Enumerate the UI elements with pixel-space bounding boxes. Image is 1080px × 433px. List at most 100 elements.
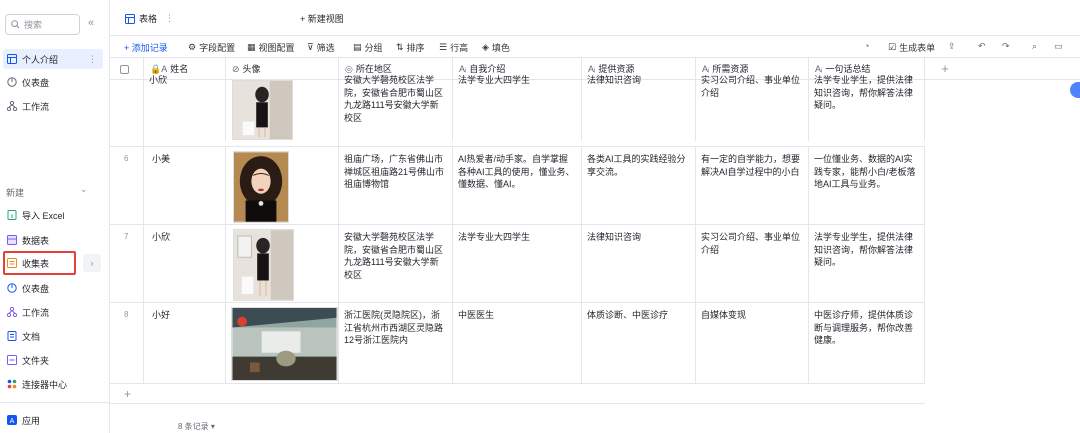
sidebar-item-connector[interactable]: 连接器中心 bbox=[3, 374, 103, 394]
sidebar-item-label: 连接器中心 bbox=[22, 379, 68, 390]
area-cell[interactable]: 安徽大学磬苑校区法学院，安徽省合肥市蜀山区九龙路111号安徽大学新校区 bbox=[339, 225, 453, 303]
row-index: 7 bbox=[124, 232, 129, 241]
table-icon bbox=[6, 54, 17, 65]
add-row-button[interactable]: + bbox=[110, 384, 925, 404]
name-cell[interactable]: 小好 bbox=[144, 303, 226, 384]
intro-cell[interactable]: 中医医生 bbox=[453, 303, 582, 384]
table-row[interactable]: 7 小欣 安徽大学磬苑校区法学院，安徽省合肥市蜀山区九龙路111号安徽大学新校区… bbox=[110, 225, 925, 303]
assistant-float-button[interactable] bbox=[1070, 82, 1080, 98]
column-label: 所在地区 bbox=[355, 64, 392, 74]
group-button[interactable]: ▤ 分组 bbox=[353, 41, 383, 54]
summary-cell[interactable]: 法学专业学生，提供法律知识咨询，帮你解答法律疑问。 bbox=[809, 225, 925, 303]
sidebar-item-label: 工作流 bbox=[22, 101, 50, 112]
avatar-image-photo[interactable] bbox=[233, 229, 294, 301]
sidebar-item-folder[interactable]: 文件夹 bbox=[3, 350, 103, 370]
sidebar-item-dashboard[interactable]: 仪表盘 bbox=[3, 72, 103, 92]
app-icon: A bbox=[6, 415, 17, 426]
folder-icon bbox=[6, 355, 17, 366]
attachment-icon: ⊘ bbox=[232, 64, 240, 74]
history-icon[interactable]: ◔ bbox=[864, 41, 869, 51]
chevron-right-icon[interactable]: › bbox=[83, 254, 101, 272]
sidebar-item-app[interactable]: A 应用 bbox=[3, 410, 103, 430]
sidebar-item-dashboard-new[interactable]: 仪表盘 bbox=[3, 278, 103, 298]
table-row[interactable]: 8 小好 浙江医院(灵隐院区)，浙江省杭州市西湖区灵隐路12号浙江医院内 中医医… bbox=[110, 303, 925, 384]
filter-button[interactable]: ⊽ 筛选 bbox=[307, 41, 335, 54]
name-cell[interactable]: 小欣 bbox=[144, 74, 226, 141]
need-cell[interactable]: 有一定的自学能力，想要解决AI自学过程中的小白 bbox=[696, 147, 809, 225]
chevron-down-icon[interactable]: ⌄ bbox=[80, 184, 88, 195]
view-config-button[interactable]: ▦ 视图配置 bbox=[247, 41, 295, 54]
sidebar-item-workflow[interactable]: 工作流 bbox=[3, 96, 103, 116]
redo-icon[interactable]: ↷ bbox=[1002, 41, 1010, 52]
summary-cell[interactable]: 法学专业学生，提供法律知识咨询，帮你解答法律疑问。 bbox=[809, 74, 925, 141]
form-icon: ☑ bbox=[888, 42, 897, 52]
sidebar-item-label: 仪表盘 bbox=[22, 283, 50, 294]
sidebar-item-label: 数据表 bbox=[22, 235, 50, 246]
record-count[interactable]: 8 条记录 ▾ bbox=[178, 421, 215, 432]
sidebar-item-import-excel[interactable]: x 导入 Excel bbox=[3, 205, 103, 225]
row-height-button[interactable]: ☰ 行高 bbox=[439, 41, 468, 54]
sort-button[interactable]: ⇅ 排序 bbox=[396, 41, 425, 54]
new-view-button[interactable]: + 新建视图 bbox=[300, 12, 344, 25]
fill-color-button[interactable]: ◈ 填色 bbox=[482, 41, 510, 54]
intro-cell[interactable]: AI热爱者/动手家。自学掌握各种AI工具的使用，懂业务、懂数据、懂AI。 bbox=[453, 147, 582, 225]
avatar-cell[interactable] bbox=[226, 80, 339, 147]
avatar-image-photo[interactable] bbox=[231, 307, 338, 381]
add-column-button[interactable]: + bbox=[925, 58, 965, 80]
provide-cell[interactable]: 各类AI工具的实践经验分享交流。 bbox=[582, 147, 696, 225]
name-cell[interactable]: 小美 bbox=[144, 147, 226, 225]
sidebar-item-label: 应用 bbox=[22, 415, 41, 426]
summary-cell[interactable]: 中医诊疗师，提供体质诊断与调理服务，帮你改善健康。 bbox=[809, 303, 925, 384]
more-icon[interactable]: ⋮ bbox=[88, 54, 97, 65]
generate-form-button[interactable]: ☑ 生成表单 bbox=[888, 41, 935, 54]
undo-icon[interactable]: ↶ bbox=[978, 41, 986, 52]
table-row[interactable]: 6 小美 祖庙广场，广东省佛山市禅城区祖庙路21号佛山市祖庙博物馆 AI热爱者/… bbox=[110, 147, 925, 225]
tab-label: 表格 bbox=[139, 14, 158, 24]
avatar-image-photo[interactable] bbox=[233, 151, 289, 223]
area-cell[interactable]: 安徽大学磬苑校区法学院，安徽省合肥市蜀山区九龙路111号安徽大学新校区 bbox=[339, 74, 453, 141]
generate-form-label: 生成表单 bbox=[899, 43, 936, 53]
view-tabs-bar: 表格 ⋮ + 新建视图 bbox=[110, 0, 1080, 36]
row-height-label: 行高 bbox=[450, 43, 469, 53]
provide-cell[interactable]: 法律知识咨询 bbox=[582, 225, 696, 303]
sidebar-item-workflow-new[interactable]: 工作流 bbox=[3, 302, 103, 322]
search-input[interactable]: 搜索 bbox=[5, 14, 80, 35]
sidebar-item-personal-intro[interactable]: 个人介绍 ⋮ bbox=[3, 49, 103, 69]
avatar-cell[interactable] bbox=[226, 147, 339, 225]
field-config-button[interactable]: ⚙ 字段配置 bbox=[188, 41, 235, 54]
row-index-cell: 6 bbox=[110, 147, 144, 225]
tab-table[interactable]: 表格 ⋮ bbox=[125, 12, 174, 25]
provide-cell[interactable]: 体质诊断、中医诊疗 bbox=[582, 303, 696, 384]
toolbar: + 添加记录 ⚙ 字段配置 ▦ 视图配置 ⊽ 筛选 ▤ 分组 ⇅ 排序 ☰ 行高 ◈ 填色 ◔… bbox=[110, 36, 1080, 58]
need-cell[interactable]: 实习公司介绍、事业单位介绍 bbox=[696, 74, 809, 141]
provide-cell[interactable]: 法律知识咨询 bbox=[582, 74, 696, 141]
intro-cell[interactable]: 法学专业大四学生 bbox=[453, 74, 582, 141]
search-records-icon[interactable]: ⌕ bbox=[1032, 41, 1037, 52]
ai-text-icon: Aᵢ bbox=[815, 64, 823, 74]
area-cell[interactable]: 浙江医院(灵隐院区)，浙江省杭州市西湖区灵隐路12号浙江医院内 bbox=[339, 303, 453, 384]
summary-cell[interactable]: 一位懂业务、数据的AI实践专家，能帮小白/老板落地AI工具与业务。 bbox=[809, 147, 925, 225]
intro-cell[interactable]: 法学专业大四学生 bbox=[453, 225, 582, 303]
select-all-checkbox[interactable] bbox=[110, 58, 144, 80]
sidebar-item-datasheet[interactable]: 数据表 bbox=[3, 230, 103, 250]
field-config-label: 字段配置 bbox=[199, 43, 236, 53]
avatar-image-photo[interactable] bbox=[232, 80, 293, 140]
column-label: 提供资源 bbox=[598, 64, 635, 74]
excel-icon: x bbox=[6, 210, 17, 221]
more-icon[interactable]: ⋮ bbox=[165, 13, 174, 24]
search-placeholder: 搜索 bbox=[24, 20, 43, 30]
comment-icon[interactable]: ▭ bbox=[1054, 41, 1063, 52]
avatar-cell[interactable] bbox=[226, 303, 339, 384]
area-cell[interactable]: 祖庙广场，广东省佛山市禅城区祖庙路21号佛山市祖庙博物馆 bbox=[339, 147, 453, 225]
share-icon[interactable]: ⇪ bbox=[948, 41, 956, 52]
collapse-sidebar-icon[interactable]: « bbox=[88, 17, 94, 29]
name-cell[interactable]: 小欣 bbox=[144, 225, 226, 303]
need-cell[interactable]: 实习公司介绍、事业单位介绍 bbox=[696, 225, 809, 303]
avatar-cell[interactable] bbox=[226, 225, 339, 303]
sidebar-item-label: 导入 Excel bbox=[22, 210, 65, 221]
sidebar-item-doc[interactable]: 文档 bbox=[3, 326, 103, 346]
table-row[interactable]: 小欣 安徽大学磬苑校区法学院，安徽省合肥市蜀山区九龙路111号安徽大学新校区 法… bbox=[110, 74, 925, 147]
column-header-avatar[interactable]: ⊘ 头像 bbox=[226, 58, 339, 80]
need-cell[interactable]: 自媒体变现 bbox=[696, 303, 809, 384]
add-record-button[interactable]: + 添加记录 bbox=[124, 41, 168, 54]
